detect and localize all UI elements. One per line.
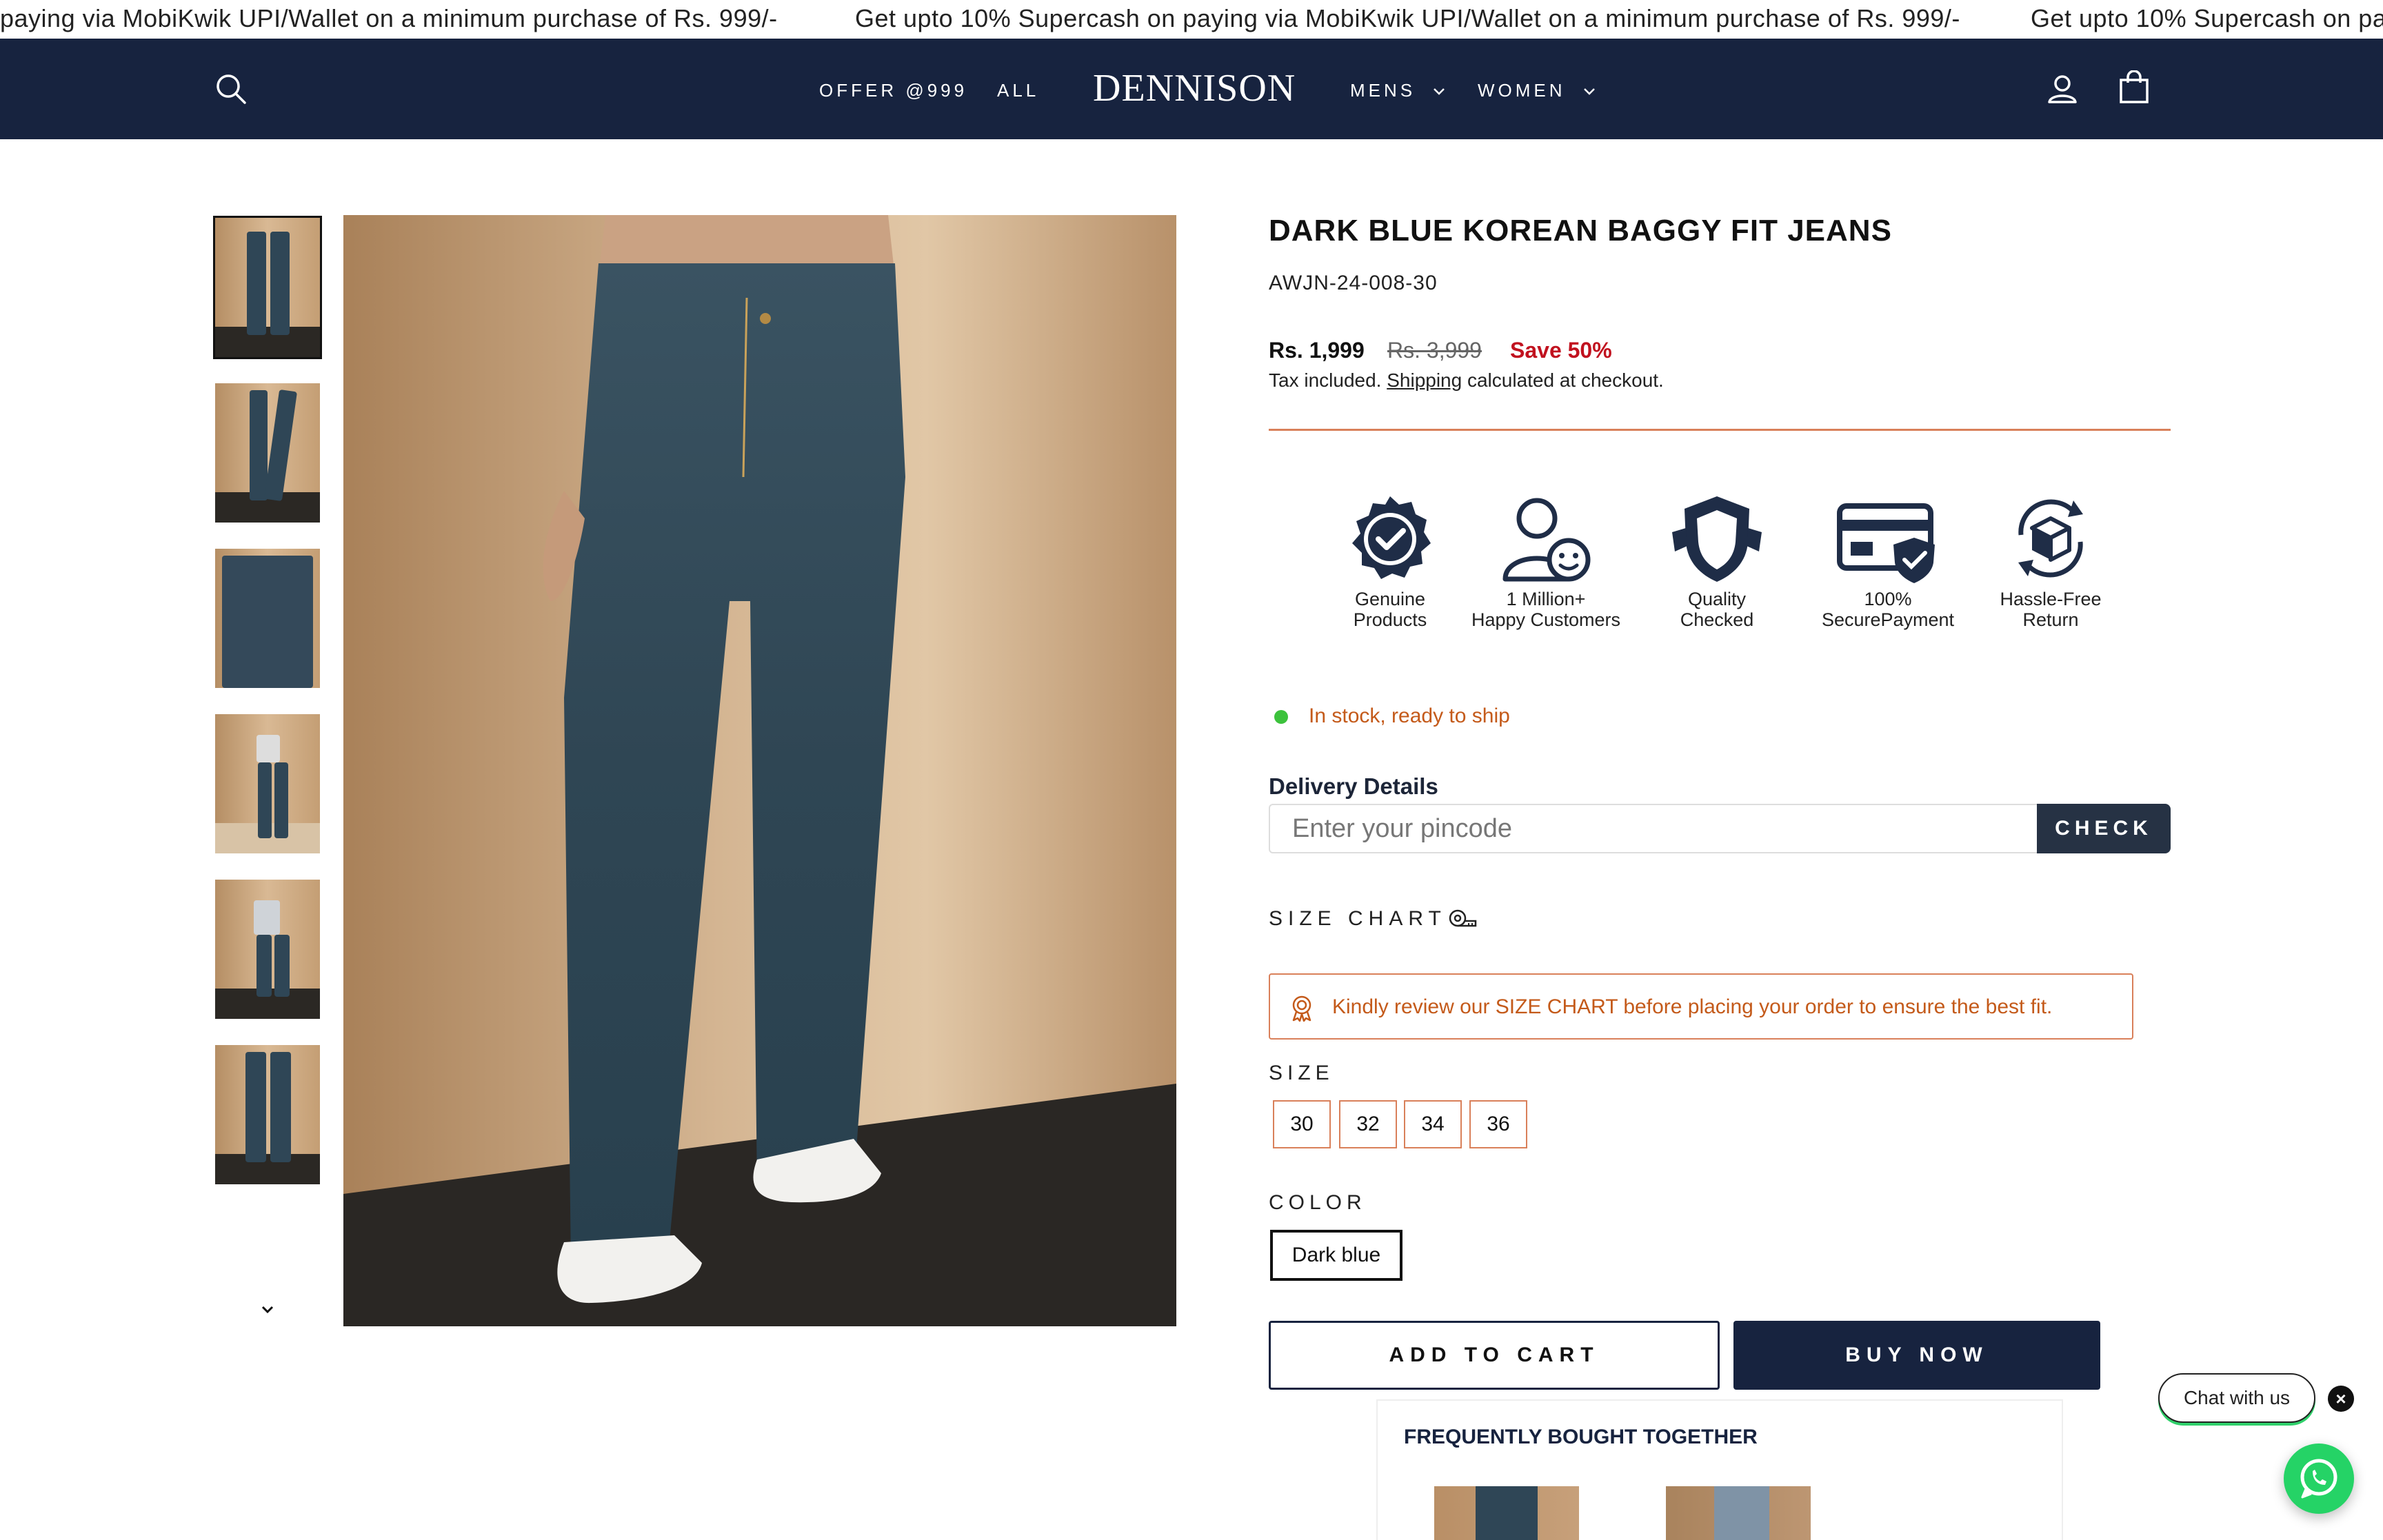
badge-line2: Happy Customers: [1471, 609, 1621, 630]
fbt-title: FREQUENTLY BOUGHT TOGETHER: [1404, 1426, 1758, 1448]
nav-all[interactable]: ALL: [997, 80, 1039, 101]
buy-now-button[interactable]: BUY NOW: [1733, 1321, 2100, 1390]
badge-line1: Hassle-Free: [2000, 589, 2102, 609]
nav-mens[interactable]: MENS: [1350, 80, 1446, 101]
jeans-photo: [343, 215, 1176, 1326]
stock-status: In stock, ready to ship: [1274, 705, 1510, 728]
product-thumbnail[interactable]: [213, 216, 322, 359]
sale-price: Rs. 1,999: [1269, 338, 1365, 363]
happy-customer-icon: [1502, 498, 1591, 582]
pincode-input[interactable]: [1269, 804, 2038, 853]
stock-text: In stock, ready to ship: [1309, 705, 1510, 727]
badge-line2: Products: [1353, 609, 1427, 630]
check-pincode-button[interactable]: CHECK: [2037, 804, 2171, 853]
brand-logo[interactable]: DENNISON: [1093, 66, 1295, 110]
tax-note: Tax included. Shipping calculated at che…: [1269, 369, 1664, 392]
size-option-36[interactable]: 36: [1469, 1100, 1527, 1148]
frequently-bought-together: FREQUENTLY BOUGHT TOGETHER: [1376, 1399, 2063, 1540]
product-thumbnail[interactable]: [215, 714, 320, 853]
site-header: OFFER @999 ALL DENNISON MENS WOMEN: [0, 39, 2383, 139]
chevron-down-icon[interactable]: [259, 1301, 276, 1318]
measuring-tape-icon[interactable]: [1448, 909, 1478, 931]
whatsapp-icon: [2300, 1459, 2337, 1499]
badge-quality-checked: Quality Checked: [1627, 494, 1807, 630]
nav-women-label: WOMEN: [1478, 80, 1566, 101]
nav-women[interactable]: WOMEN: [1478, 80, 1596, 101]
badge-line1: 100%: [1864, 589, 1912, 609]
product-title: DARK BLUE KOREAN BAGGY FIT JEANS: [1269, 214, 1892, 247]
product-sku: AWJN-24-008-30: [1269, 272, 1438, 294]
product-thumbnail[interactable]: [215, 880, 320, 1019]
whatsapp-chat-button[interactable]: [2284, 1443, 2354, 1514]
color-option-dark-blue[interactable]: Dark blue: [1270, 1230, 1402, 1281]
badge-line1: Genuine: [1354, 589, 1426, 609]
award-ribbon-icon: [1292, 995, 1311, 1022]
main-product-image[interactable]: [343, 215, 1176, 1326]
chat-with-us-button[interactable]: Chat with us: [2158, 1373, 2315, 1423]
badge-line1: Quality: [1687, 589, 1747, 609]
secure-payment-icon: [1837, 503, 1935, 583]
delivery-details-label: Delivery Details: [1269, 773, 1438, 799]
product-thumbnail[interactable]: [215, 383, 320, 523]
compare-price: Rs. 3,999: [1387, 338, 1482, 363]
product-thumbnail[interactable]: [215, 1045, 320, 1184]
badge-hassle-free-return: Hassle-Free Return: [1961, 494, 2140, 630]
size-label: SIZE: [1269, 1062, 1334, 1084]
section-divider: [1269, 429, 2171, 431]
tax-prefix: Tax included.: [1269, 369, 1382, 391]
fbt-product-image[interactable]: [1434, 1486, 1579, 1540]
search-icon[interactable]: [215, 73, 247, 105]
quality-shield-icon: [1672, 496, 1762, 582]
nav-mens-label: MENS: [1350, 80, 1416, 101]
announcement-message: paying via MobiKwik UPI/Wallet on a mini…: [0, 4, 778, 32]
return-box-icon: [2018, 499, 2083, 578]
tax-suffix: calculated at checkout.: [1467, 369, 1664, 391]
account-icon[interactable]: [2047, 73, 2078, 105]
badge-line2: SecurePayment: [1821, 609, 1955, 630]
badge-secure-payment: 100% SecurePayment: [1798, 494, 1978, 630]
badge-line1: 1 Million+: [1506, 589, 1586, 609]
badge-line2: Checked: [1680, 609, 1754, 630]
badge-genuine-products: Genuine Products: [1300, 494, 1480, 630]
nav-offer-999[interactable]: OFFER @999: [819, 80, 967, 101]
color-label: COLOR: [1269, 1191, 1367, 1214]
announcement-bar: paying via MobiKwik UPI/Wallet on a mini…: [0, 0, 2383, 39]
fbt-product-image[interactable]: [1666, 1486, 1811, 1540]
add-to-cart-button[interactable]: ADD TO CART: [1269, 1321, 1720, 1390]
announcement-message: Get upto 10% Supercash on paying via Mob…: [855, 4, 1960, 32]
chat-close-icon[interactable]: ×: [2328, 1386, 2354, 1412]
chevron-down-icon: [1434, 88, 1445, 95]
save-badge: Save 50%: [1510, 338, 1612, 363]
announcement-message: Get upto 10% Supercash on pa: [2031, 4, 2383, 32]
size-option-34[interactable]: 34: [1404, 1100, 1462, 1148]
badge-happy-customers: 1 Million+ Happy Customers: [1456, 494, 1636, 630]
size-option-30[interactable]: 30: [1273, 1100, 1331, 1148]
in-stock-dot-icon: [1274, 710, 1288, 724]
size-option-32[interactable]: 32: [1339, 1100, 1397, 1148]
product-thumbnail[interactable]: [215, 549, 320, 688]
shipping-link[interactable]: Shipping: [1387, 369, 1462, 391]
chevron-down-icon: [1583, 88, 1595, 95]
size-chart-link[interactable]: SIZE CHART: [1269, 907, 1447, 931]
verified-badge-icon: [1352, 496, 1431, 579]
size-chart-notice-text: Kindly review our SIZE CHART before plac…: [1332, 995, 2053, 1018]
size-chart-notice: Kindly review our SIZE CHART before plac…: [1269, 973, 2133, 1040]
badge-line2: Return: [2022, 609, 2079, 630]
cart-icon[interactable]: [2118, 70, 2150, 105]
